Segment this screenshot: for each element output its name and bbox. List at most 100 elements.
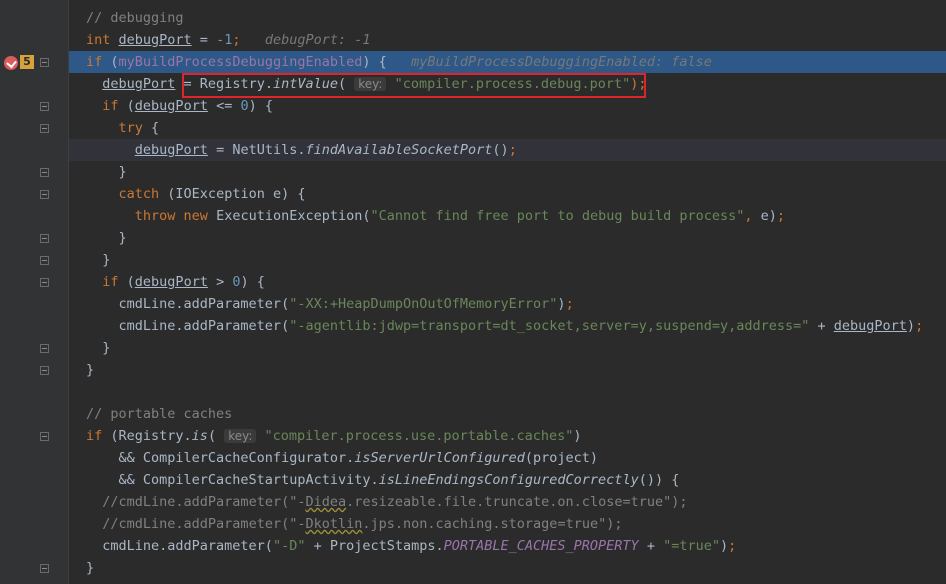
code-line[interactable]: throw new ExecutionException("Cannot fin… xyxy=(69,205,946,227)
code-token: && CompilerCacheStartupActivity. xyxy=(86,472,379,488)
code-token: } xyxy=(86,362,95,378)
fold-icon[interactable] xyxy=(40,344,49,353)
fold-icon[interactable] xyxy=(40,190,49,199)
code-line[interactable]: try { xyxy=(69,117,946,139)
code-line[interactable]: cmdLine.addParameter("-agentlib:jdwp=tra… xyxy=(69,315,946,337)
code-token: "compiler.process.use.portable.caches" xyxy=(264,428,574,444)
code-token: //cmdLine.addParameter("- xyxy=(102,494,306,510)
code-token: Dkotlin xyxy=(305,516,363,532)
code-line[interactable]: cmdLine.addParameter("-D" + ProjectStamp… xyxy=(69,535,946,557)
code-token: debugPort xyxy=(134,142,208,158)
code-token: } xyxy=(86,252,111,268)
code-token: isLineEndingsConfiguredCorrectly xyxy=(378,472,639,488)
fold-icon[interactable] xyxy=(40,58,49,67)
code-line[interactable]: } xyxy=(69,337,946,359)
code-line[interactable]: //cmdLine.addParameter("-Didea.resizeabl… xyxy=(69,491,946,513)
code-line[interactable]: } xyxy=(69,557,946,579)
code-token: + ProjectStamps. xyxy=(305,538,444,554)
code-line[interactable]: && CompilerCacheStartupActivity.isLineEn… xyxy=(69,469,946,491)
fold-icon[interactable] xyxy=(40,234,49,243)
code-text: } xyxy=(86,249,110,271)
code-token: debugPort: -1 xyxy=(240,32,371,48)
code-text: if (Registry.is( key: "compiler.process.… xyxy=(86,425,582,447)
code-token: myBuildProcessDebuggingEnabled: false xyxy=(386,54,712,70)
code-line[interactable]: // debugging xyxy=(69,7,946,29)
code-line[interactable]: int debugPort = -1; debugPort: -1 xyxy=(69,29,946,51)
code-token: e) xyxy=(760,208,777,224)
code-token: catch xyxy=(118,186,168,202)
code-text: } xyxy=(86,359,94,381)
code-text: throw new ExecutionException("Cannot fin… xyxy=(86,205,785,227)
fold-icon[interactable] xyxy=(40,124,49,133)
code-text: //cmdLine.addParameter("-Dkotlin.jps.non… xyxy=(86,513,622,535)
code-token: Didea xyxy=(305,494,347,510)
code-token: intValue xyxy=(272,76,338,92)
code-line[interactable]: catch (IOException e) { xyxy=(69,183,946,205)
code-token: if xyxy=(102,274,127,290)
code-text: } xyxy=(86,557,94,579)
code-token: ) { xyxy=(240,274,265,290)
code-line[interactable]: } xyxy=(69,161,946,183)
code-line[interactable]: // portable caches xyxy=(69,403,946,425)
code-line[interactable]: debugPort = Registry.intValue( key: "com… xyxy=(69,73,946,95)
code-line[interactable]: debugPort = NetUtils.findAvailableSocket… xyxy=(69,139,946,161)
code-token: + xyxy=(638,538,664,554)
code-text: } xyxy=(86,161,127,183)
code-token: cmdLine.addParameter( xyxy=(86,296,290,312)
code-line[interactable]: if (debugPort > 0) { xyxy=(69,271,946,293)
code-line[interactable]: if (myBuildProcessDebuggingEnabled) { my… xyxy=(69,51,946,73)
fold-icon[interactable] xyxy=(40,366,49,375)
code-token: ()) { xyxy=(638,472,680,488)
fold-icon[interactable] xyxy=(40,278,49,287)
fold-icon[interactable] xyxy=(40,432,49,441)
code-token: > xyxy=(207,274,233,290)
code-token: () xyxy=(492,142,509,158)
code-line[interactable]: if (Registry.is( key: "compiler.process.… xyxy=(69,425,946,447)
code-line[interactable]: } xyxy=(69,359,946,381)
code-token: "compiler.process.debug.port" xyxy=(394,76,631,92)
code-token: 0 xyxy=(240,98,249,114)
code-token: ) xyxy=(573,428,582,444)
fold-icon[interactable] xyxy=(40,102,49,111)
code-line[interactable]: if (debugPort <= 0) { xyxy=(69,95,946,117)
code-token: ); xyxy=(630,76,647,92)
breakpoint-icon[interactable] xyxy=(4,56,18,70)
code-token: // debugging xyxy=(86,10,184,26)
code-token: debugPort xyxy=(102,76,176,92)
code-token: debugPort xyxy=(134,98,208,114)
code-line[interactable]: } xyxy=(69,249,946,271)
code-text: try { xyxy=(86,117,160,139)
code-token: "-D" xyxy=(272,538,306,554)
code-line[interactable]: } xyxy=(69,227,946,249)
code-line[interactable]: && CompilerCacheConfigurator.isServerUrl… xyxy=(69,447,946,469)
code-line[interactable]: cmdLine.addParameter("-XX:+HeapDumpOnOut… xyxy=(69,293,946,315)
code-token: -1 xyxy=(216,32,233,48)
code-line[interactable] xyxy=(69,381,946,403)
fold-icon[interactable] xyxy=(40,256,49,265)
code-token: .jps.non.caching.storage=true"); xyxy=(362,516,623,532)
code-token: ( xyxy=(126,98,135,114)
code-text: if (debugPort <= 0) { xyxy=(86,95,273,117)
fold-icon[interactable] xyxy=(40,168,49,177)
code-token: PORTABLE_CACHES_PROPERTY xyxy=(443,538,639,554)
code-token: ExecutionException( xyxy=(216,208,371,224)
editor-gutter[interactable]: 5 xyxy=(0,0,69,584)
fold-icon[interactable] xyxy=(40,564,49,573)
code-token: "-agentlib:jdwp=transport=dt_socket,serv… xyxy=(289,318,810,334)
code-editor[interactable]: // debugging int debugPort = -1; debugPor… xyxy=(69,0,946,584)
code-token: ; xyxy=(915,318,924,334)
code-token: // portable caches xyxy=(86,406,233,422)
code-text: cmdLine.addParameter("-agentlib:jdwp=tra… xyxy=(86,315,924,337)
code-text: debugPort = Registry.intValue( key: "com… xyxy=(86,73,647,95)
code-text: int debugPort = -1; debugPort: -1 xyxy=(86,29,371,51)
code-token: debugPort xyxy=(134,274,208,290)
code-token: } xyxy=(86,164,127,180)
code-token: //cmdLine.addParameter("- xyxy=(102,516,306,532)
code-token: } xyxy=(86,560,95,576)
code-text: if (debugPort > 0) { xyxy=(86,271,265,293)
code-line[interactable]: //cmdLine.addParameter("-Dkotlin.jps.non… xyxy=(69,513,946,535)
